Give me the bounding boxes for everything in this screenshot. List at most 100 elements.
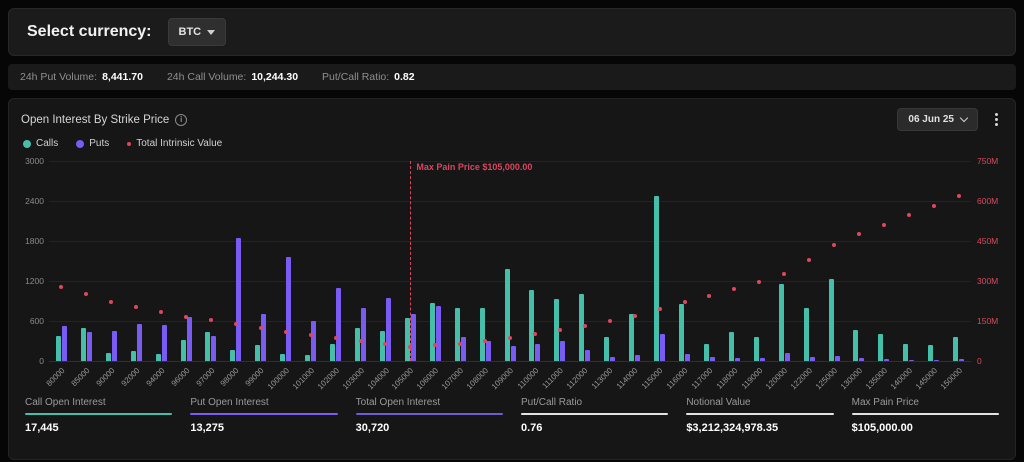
bar-group-125000[interactable] xyxy=(822,161,847,361)
call-bar xyxy=(230,350,235,361)
bar-group-98000[interactable] xyxy=(223,161,248,361)
axis-tick-label: 0 xyxy=(977,356,982,366)
bar-group-80000[interactable] xyxy=(49,161,74,361)
intrinsic-value-dot xyxy=(184,315,188,319)
bar-group-140000[interactable] xyxy=(896,161,921,361)
call-bar xyxy=(505,269,510,361)
intrinsic-value-dot xyxy=(882,223,886,227)
call-bar xyxy=(355,328,360,361)
bar-group-130000[interactable] xyxy=(847,161,872,361)
put-bar xyxy=(137,324,142,361)
bar-group-107000[interactable] xyxy=(448,161,473,361)
select-currency-label: Select currency: xyxy=(27,23,152,41)
bar-group-114000[interactable] xyxy=(622,161,647,361)
chevron-down-icon xyxy=(960,114,968,122)
bar-group-96000[interactable] xyxy=(174,161,199,361)
bar-group-122000[interactable] xyxy=(797,161,822,361)
bar-group-115000[interactable] xyxy=(647,161,672,361)
bar-group-92000[interactable] xyxy=(124,161,149,361)
date-selector[interactable]: 06 Jun 25 xyxy=(897,108,978,131)
put-bar xyxy=(810,357,815,361)
caret-down-icon xyxy=(207,30,215,35)
bar-group-97000[interactable] xyxy=(199,161,224,361)
call-bar xyxy=(928,345,933,361)
legend-item-puts[interactable]: Puts xyxy=(76,138,109,149)
bar-group-150000[interactable] xyxy=(946,161,971,361)
intrinsic-legend-dot-icon xyxy=(127,142,131,146)
call-bar xyxy=(181,340,186,361)
legend-item-calls[interactable]: Calls xyxy=(23,138,58,149)
stat-label: Call Open Interest xyxy=(25,397,172,413)
info-icon[interactable]: i xyxy=(175,114,187,126)
put-bar xyxy=(411,314,416,361)
right-y-axis: 0150M300M450M600M750M xyxy=(971,161,1009,361)
put-call-ratio-value: 0.82 xyxy=(394,71,414,83)
call-bar xyxy=(280,354,285,361)
put-bar xyxy=(511,346,516,361)
page: Select currency: BTC 24h Put Volume: 8,4… xyxy=(0,0,1024,462)
call-bar xyxy=(903,344,908,361)
currency-bar: Select currency: BTC xyxy=(8,8,1016,56)
intrinsic-value-dot xyxy=(957,194,961,198)
bar-group-104000[interactable] xyxy=(373,161,398,361)
bar-group-118000[interactable] xyxy=(722,161,747,361)
plot-area[interactable]: Max Pain Price $105,000.00 xyxy=(49,161,971,361)
put-bar xyxy=(361,308,366,361)
bar-group-120000[interactable] xyxy=(772,161,797,361)
bar-group-103000[interactable] xyxy=(348,161,373,361)
stat-underline xyxy=(686,413,833,415)
bar-group-111000[interactable] xyxy=(547,161,572,361)
bar-group-113000[interactable] xyxy=(597,161,622,361)
bar-group-109000[interactable] xyxy=(498,161,523,361)
intrinsic-value-dot xyxy=(309,333,313,337)
kebab-menu-icon[interactable] xyxy=(990,110,1003,129)
bar-group-119000[interactable] xyxy=(747,161,772,361)
bar-group-108000[interactable] xyxy=(473,161,498,361)
intrinsic-value-dot xyxy=(932,204,936,208)
call-bar xyxy=(205,332,210,361)
bar-group-105000[interactable]: Max Pain Price $105,000.00 xyxy=(398,161,423,361)
put-bar xyxy=(187,317,192,361)
bar-group-100000[interactable] xyxy=(273,161,298,361)
legend-item-intrinsic[interactable]: Total Intrinsic Value xyxy=(127,138,222,149)
bar-group-99000[interactable] xyxy=(248,161,273,361)
bar-group-135000[interactable] xyxy=(871,161,896,361)
call-bar xyxy=(779,284,784,361)
bar-group-145000[interactable] xyxy=(921,161,946,361)
bar-group-116000[interactable] xyxy=(672,161,697,361)
call-bar xyxy=(853,330,858,361)
axis-tick-label: 150M xyxy=(977,316,998,326)
intrinsic-value-dot xyxy=(832,243,836,247)
call-bar xyxy=(330,344,335,361)
x-axis-label: 80000 xyxy=(44,366,66,388)
call-bar xyxy=(106,353,111,361)
bar-group-90000[interactable] xyxy=(99,161,124,361)
put-bar xyxy=(735,358,740,361)
call-bar xyxy=(679,304,684,361)
stat-underline xyxy=(25,413,172,415)
intrinsic-value-dot xyxy=(284,330,288,334)
bar-group-112000[interactable] xyxy=(572,161,597,361)
call-bar xyxy=(455,308,460,361)
date-selector-value: 06 Jun 25 xyxy=(908,114,954,125)
volume-strip: 24h Put Volume: 8,441.70 24h Call Volume… xyxy=(8,64,1016,90)
put-bar xyxy=(311,321,316,361)
bar-group-117000[interactable] xyxy=(697,161,722,361)
axis-tick-label: 2400 xyxy=(25,196,44,206)
call-bar xyxy=(405,318,410,361)
put-bar xyxy=(934,360,939,361)
bar-group-101000[interactable] xyxy=(298,161,323,361)
x-axis: 8000085000900009200094000960009700098000… xyxy=(49,363,971,395)
intrinsic-value-dot xyxy=(159,310,163,314)
bar-group-106000[interactable] xyxy=(423,161,448,361)
bar-group-94000[interactable] xyxy=(149,161,174,361)
bar-group-110000[interactable] xyxy=(523,161,548,361)
bar-group-102000[interactable] xyxy=(323,161,348,361)
put-bar xyxy=(336,288,341,361)
call-bar xyxy=(804,308,809,361)
bar-group-85000[interactable] xyxy=(74,161,99,361)
currency-dropdown-value: BTC xyxy=(179,26,202,38)
intrinsic-value-dot xyxy=(109,300,113,304)
call-bar xyxy=(305,355,310,361)
currency-dropdown[interactable]: BTC xyxy=(168,18,227,46)
